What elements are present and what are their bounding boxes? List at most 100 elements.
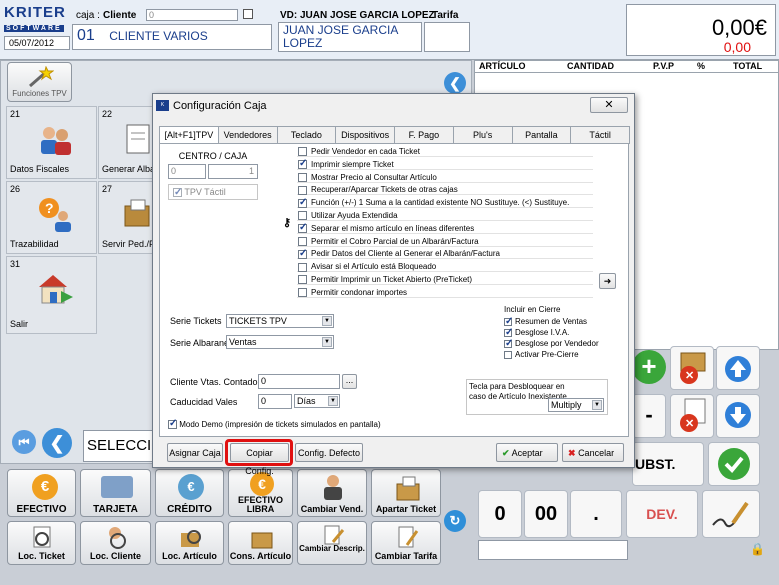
incluir-checkbox[interactable] [504, 327, 513, 338]
prev-page-icon[interactable]: ❮ [42, 428, 72, 458]
back-arrow-icon[interactable]: ❮ [444, 72, 466, 94]
key-zero[interactable]: 0 [478, 490, 522, 538]
cancelar-button[interactable]: ✖ Cancelar [562, 443, 624, 462]
option-checkbox[interactable] [298, 147, 307, 157]
option-checkbox[interactable] [298, 172, 307, 182]
tile-datos-fiscales[interactable]: 21 Datos Fiscales [6, 106, 97, 179]
option-checkbox[interactable] [298, 262, 307, 272]
tab-vendedores[interactable]: Vendedores [217, 126, 278, 144]
copiar-config-button[interactable]: Copiar Config. [230, 443, 289, 476]
option-row[interactable]: Mostrar Precio al Consultar Artículo [297, 172, 593, 183]
tile-salir[interactable]: 31 Salir [6, 256, 97, 334]
sign-button[interactable] [702, 490, 760, 538]
tab-plus[interactable]: Plu's [452, 126, 513, 144]
help-key-icon[interactable]: ⚷ [283, 216, 291, 229]
incluir-item[interactable]: Desglose I.V.A. [504, 327, 604, 338]
option-row[interactable]: Utilizar Ayuda Extendida [297, 210, 593, 221]
tpv-tactil-checkbox[interactable]: TPV Táctil [168, 184, 258, 200]
cambiar-descrip-button[interactable]: Cambiar Descrip. [297, 521, 367, 565]
loc-cliente-button[interactable]: Loc. Cliente [80, 521, 151, 565]
cliente-vtas-input[interactable]: 0 [258, 374, 340, 389]
more-options-arrow-icon[interactable]: ➜ [599, 273, 616, 289]
option-checkbox[interactable] [298, 275, 307, 285]
apartar-ticket-button[interactable]: Apartar Ticket [371, 469, 441, 517]
option-checkbox[interactable] [298, 248, 307, 259]
tarjeta-button[interactable]: TARJETA [80, 469, 151, 517]
incluir-checkbox[interactable] [504, 338, 513, 349]
dev-button[interactable]: DEV. [626, 490, 698, 538]
option-row[interactable]: Pedir Vendedor en cada Ticket [297, 146, 593, 157]
option-row[interactable]: Avisar si el Artículo está Bloqueado [297, 261, 593, 273]
browse-cliente-button[interactable]: ... [342, 374, 357, 389]
aceptar-button[interactable]: ✔ Aceptar [496, 443, 558, 462]
cliente-checkbox[interactable] [243, 9, 253, 19]
delete-doc-button[interactable]: ✕ [670, 394, 714, 438]
option-row[interactable]: Recuperar/Aparcar Tickets de otras cajas [297, 184, 593, 196]
option-checkbox[interactable] [298, 211, 307, 221]
option-checkbox[interactable] [298, 185, 307, 195]
tab-f-pago[interactable]: F. Pago [394, 126, 454, 144]
scroll-down-button[interactable] [716, 394, 760, 438]
caja-input[interactable]: 1 [208, 164, 258, 179]
config-defecto-button[interactable]: Config. Defecto [295, 443, 363, 462]
tab-teclado[interactable]: Teclado [276, 126, 337, 144]
loc-ticket-button[interactable]: Loc. Ticket [7, 521, 76, 565]
cambiar-vend-button[interactable]: Cambiar Vend. [297, 469, 367, 517]
centro-input[interactable]: 0 [168, 164, 206, 179]
add-icon[interactable]: + [632, 350, 666, 384]
tab-pantalla[interactable]: Pantalla [511, 126, 572, 144]
key-double-zero[interactable]: 00 [524, 490, 568, 538]
cliente-code-input[interactable]: 0 [146, 9, 238, 21]
tab-dispositivos[interactable]: Dispositivos [335, 126, 395, 144]
incluir-item[interactable]: Resumen de Ventas [504, 316, 604, 327]
incluir-item[interactable]: Desglose por Vendedor [504, 338, 604, 349]
option-checkbox[interactable] [298, 288, 307, 298]
option-checkbox[interactable] [298, 222, 307, 234]
option-checkbox[interactable] [298, 158, 307, 170]
asignar-caja-button[interactable]: Asignar Caja [167, 443, 223, 462]
tarifa-field[interactable] [424, 22, 470, 52]
option-row[interactable]: Permitir Imprimir un Ticket Abierto (Pre… [297, 274, 593, 285]
cambiar-tarifa-button[interactable]: Cambiar Tarifa [371, 521, 441, 565]
tile-generar-albaran[interactable]: 22 Generar Albar... [98, 106, 165, 179]
first-page-icon[interactable]: ⏮ [12, 430, 36, 454]
tile-trazabilidad[interactable]: 26 ? Trazabilidad [6, 181, 97, 254]
efectivo-button[interactable]: € EFECTIVO [7, 469, 76, 517]
serie-tickets-select[interactable]: TICKETS TPV ▼ [226, 314, 334, 328]
key-dot[interactable]: . [570, 490, 622, 538]
subst-button[interactable]: UBST. [632, 442, 704, 486]
cons-articulo-button[interactable]: Cons. Artículo [228, 521, 293, 565]
cliente-box[interactable]: 01 CLIENTE VARIOS [72, 24, 272, 50]
option-row[interactable]: Permitir el Cobro Parcial de un Albarán/… [297, 236, 593, 247]
minus-button[interactable]: - [632, 394, 666, 438]
refresh-icon[interactable]: ↻ [444, 510, 466, 532]
option-row[interactable]: Permitir condonar importes [297, 287, 593, 298]
modo-demo-checkbox[interactable]: Modo Demo (impresión de tickets simulado… [168, 418, 381, 430]
option-row[interactable]: Imprimir siempre Ticket [297, 158, 593, 170]
scroll-up-button[interactable] [716, 346, 760, 390]
option-row[interactable]: Separar el mismo artículo en líneas dife… [297, 222, 593, 234]
delete-box-button[interactable]: ✕ [670, 346, 714, 390]
confirm-button[interactable] [708, 442, 760, 486]
incluir-item[interactable]: Activar Pre-Cierre [504, 349, 604, 360]
option-checkbox[interactable] [298, 236, 307, 246]
option-row[interactable]: Pedir Datos del Cliente al Generar el Al… [297, 248, 593, 260]
barcode-input[interactable] [478, 540, 628, 560]
option-row[interactable]: Función (+/-) 1 Suma a la cantidad exist… [297, 197, 593, 209]
ticket-header: ARTÍCULO CANTIDAD P.V.P % TOTAL [475, 61, 778, 73]
tab-tactil[interactable]: Táctil [570, 126, 630, 144]
close-icon[interactable]: ✕ [590, 97, 628, 113]
caducidad-input[interactable]: 0 [258, 394, 292, 409]
select-field[interactable]: SELECCIO [83, 430, 155, 462]
loc-articulo-button[interactable]: Loc. Artículo [155, 521, 224, 565]
incluir-checkbox[interactable] [504, 350, 512, 359]
tile-servir-pedido[interactable]: 27 Servir Ped./P... [98, 181, 161, 254]
tecla-select[interactable]: Multiply ▼ [548, 398, 604, 412]
caducidad-unit-select[interactable]: Días ▼ [294, 394, 340, 408]
funciones-tpv-button[interactable]: Funciones TPV [7, 62, 72, 102]
vendedor-name[interactable]: JUAN JOSE GARCIA LOPEZ [278, 22, 422, 52]
incluir-checkbox[interactable] [504, 316, 513, 327]
serie-albaranes-select[interactable]: Ventas ▼ [226, 335, 334, 349]
credito-button[interactable]: € CRÉDITO [155, 469, 224, 517]
option-checkbox[interactable] [298, 197, 307, 208]
